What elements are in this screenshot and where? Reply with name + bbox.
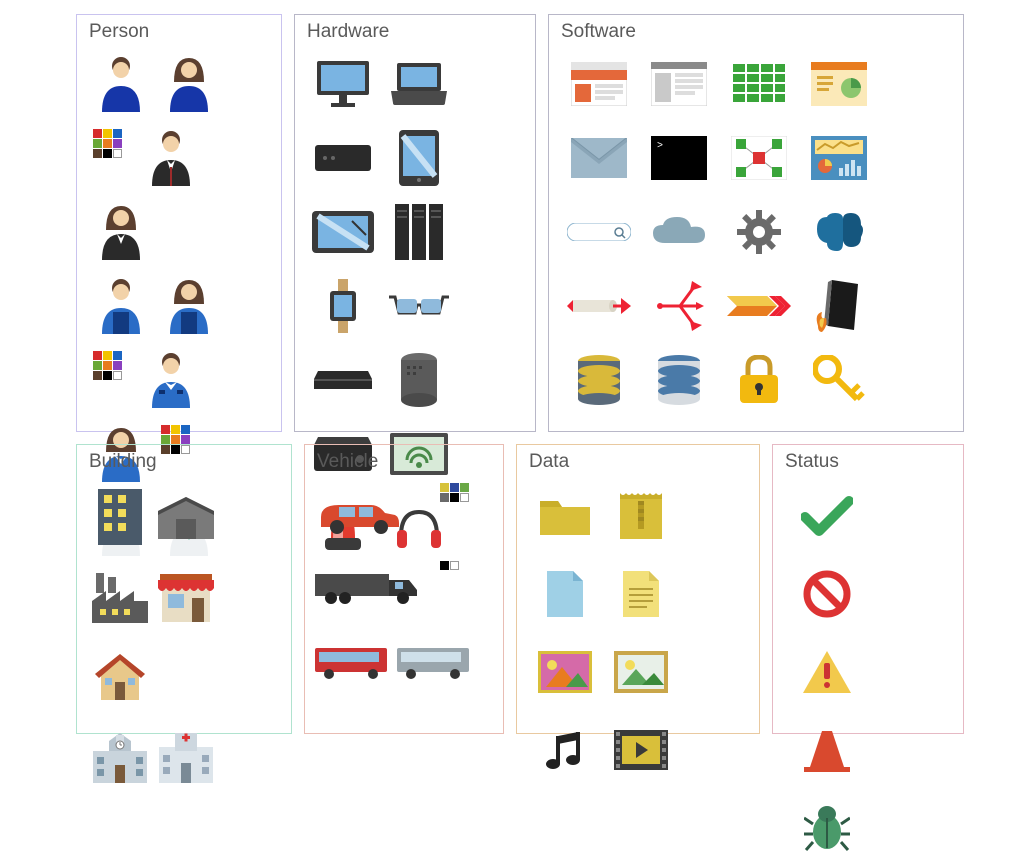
warning-icon[interactable]: [783, 633, 871, 711]
panel-vehicle-title: Vehicle: [317, 451, 493, 473]
hospital-icon[interactable]: [153, 717, 219, 797]
laptop-icon[interactable]: [381, 47, 457, 121]
arrow-chevrons-icon[interactable]: [719, 269, 799, 343]
brain-icon[interactable]: [799, 195, 879, 269]
person-palette-1: [87, 121, 137, 195]
arrow-split-icon[interactable]: [639, 269, 719, 343]
panel-hardware-title: Hardware: [307, 21, 525, 43]
text-document-icon[interactable]: [603, 555, 679, 633]
bug-icon[interactable]: [783, 789, 871, 867]
hdd-icon[interactable]: [305, 343, 381, 417]
panel-person-title: Person: [89, 21, 271, 43]
picture-bright-icon[interactable]: [527, 633, 603, 711]
software-grid: >: [559, 47, 953, 417]
status-grid: [783, 477, 953, 867]
no-entry-icon[interactable]: [783, 555, 871, 633]
vehicle-grid: [315, 477, 493, 699]
person-male-blue-icon[interactable]: [87, 47, 155, 121]
music-note-icon[interactable]: [527, 711, 603, 789]
panel-building: Building: [76, 444, 292, 734]
search-bar-icon[interactable]: [559, 195, 639, 269]
factory-icon[interactable]: [87, 557, 153, 637]
analytics-panel-icon[interactable]: [799, 121, 879, 195]
browser-window-icon[interactable]: [559, 47, 639, 121]
panel-building-title: Building: [89, 451, 281, 473]
person-female-blue-icon[interactable]: [155, 47, 223, 121]
server-rack-icon[interactable]: [381, 195, 457, 269]
rack-small-icon[interactable]: [305, 121, 381, 195]
cloud-icon[interactable]: [639, 195, 719, 269]
arrow-pipe-icon[interactable]: [559, 269, 639, 343]
person-male-uniform-icon[interactable]: [137, 343, 205, 417]
panel-software: Software >: [548, 14, 964, 432]
compressed-folder-icon[interactable]: [603, 477, 679, 555]
school-icon[interactable]: [87, 717, 153, 797]
panel-data: Data: [516, 444, 760, 734]
svg-text:>: >: [657, 141, 663, 152]
building-grid: [87, 477, 281, 797]
mail-icon[interactable]: [559, 121, 639, 195]
monitor-icon[interactable]: [305, 47, 381, 121]
gear-icon[interactable]: [719, 195, 799, 269]
truck-icon[interactable]: [315, 551, 495, 625]
panel-status-title: Status: [785, 451, 953, 473]
panel-software-title: Software: [561, 21, 953, 43]
dashboard-window-icon[interactable]: [799, 47, 879, 121]
window-gray-icon[interactable]: [639, 47, 719, 121]
house-icon[interactable]: [87, 637, 153, 717]
warehouse-icon[interactable]: [153, 477, 219, 557]
data-grid: [527, 477, 749, 789]
database-blue-icon[interactable]: [639, 343, 719, 417]
person-male-apron-icon[interactable]: [87, 269, 155, 343]
smartwatch-icon[interactable]: [305, 269, 381, 343]
spreadsheet-icon[interactable]: [719, 47, 799, 121]
checkmark-icon[interactable]: [783, 477, 871, 555]
person-palette-2: [87, 343, 137, 417]
glasses-icon[interactable]: [381, 269, 457, 343]
database-yellow-icon[interactable]: [559, 343, 639, 417]
tablet-landscape-icon[interactable]: [305, 195, 381, 269]
firewall-icon[interactable]: [799, 269, 879, 343]
traffic-cone-icon[interactable]: [783, 711, 871, 789]
panel-data-title: Data: [529, 451, 749, 473]
person-female-apron-icon[interactable]: [155, 269, 223, 343]
folder-icon[interactable]: [527, 477, 603, 555]
shop-icon[interactable]: [153, 557, 219, 637]
key-icon[interactable]: [799, 343, 879, 417]
panel-vehicle: Vehicle: [304, 444, 504, 734]
tablet-portrait-icon[interactable]: [381, 121, 457, 195]
video-clip-icon[interactable]: [603, 711, 679, 789]
picture-frame-icon[interactable]: [603, 633, 679, 711]
person-male-suit-icon[interactable]: [137, 121, 205, 195]
panel-person: Person: [76, 14, 282, 432]
padlock-icon[interactable]: [719, 343, 799, 417]
cylinder-machine-icon[interactable]: [381, 343, 457, 417]
person-female-suit-icon[interactable]: [87, 195, 155, 269]
terminal-icon[interactable]: >: [639, 121, 719, 195]
panel-status: Status: [772, 444, 964, 734]
network-diagram-icon[interactable]: [719, 121, 799, 195]
panel-hardware: Hardware: [294, 14, 536, 432]
office-icon[interactable]: [87, 477, 153, 557]
bus-pair-icon[interactable]: [315, 625, 495, 699]
document-icon[interactable]: [527, 555, 603, 633]
car-icon[interactable]: [315, 477, 495, 551]
